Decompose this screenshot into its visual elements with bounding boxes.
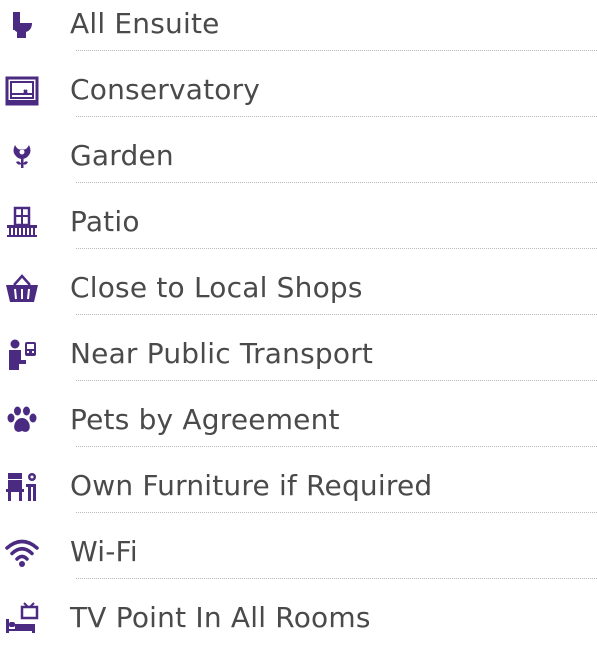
feature-label: All Ensuite [70,7,220,40]
feature-label: Garden [70,139,174,172]
feature-item: Near Public Transport [0,330,597,396]
feature-item: Conservatory [0,66,597,132]
divider [76,380,597,381]
shopping-basket-icon [4,270,40,306]
divider [76,50,597,51]
feature-item: Garden [0,132,597,198]
divider [76,314,597,315]
feature-label: Conservatory [70,73,261,106]
feature-label: Pets by Agreement [70,403,340,436]
feature-item: All Ensuite [0,0,597,66]
divider [76,578,597,579]
flower-icon [4,138,40,174]
feature-label: Patio [70,205,140,238]
paw-icon [4,402,40,438]
bus-passenger-icon [4,336,40,372]
feature-label: Near Public Transport [70,337,374,370]
feature-item: Own Furniture if Required [0,462,597,528]
feature-label: Close to Local Shops [70,271,363,304]
feature-label: TV Point In All Rooms [70,601,371,634]
wifi-icon [4,534,40,570]
divider [76,248,597,249]
features-list: All Ensuite Conservatory Garden Patio Cl… [0,0,597,643]
patio-icon [4,204,40,240]
furniture-icon [4,468,40,504]
tv-bed-icon [4,600,40,636]
feature-item: Close to Local Shops [0,264,597,330]
divider [76,512,597,513]
feature-item: Patio [0,198,597,264]
toilet-icon [4,6,40,42]
feature-item: TV Point In All Rooms [0,594,597,660]
divider [76,182,597,183]
conservatory-icon [4,72,40,108]
feature-label: Wi-Fi [70,535,138,568]
divider [76,446,597,447]
feature-label: Own Furniture if Required [70,469,433,502]
feature-item: Wi-Fi [0,528,597,594]
feature-item: Pets by Agreement [0,396,597,462]
divider [76,116,597,117]
